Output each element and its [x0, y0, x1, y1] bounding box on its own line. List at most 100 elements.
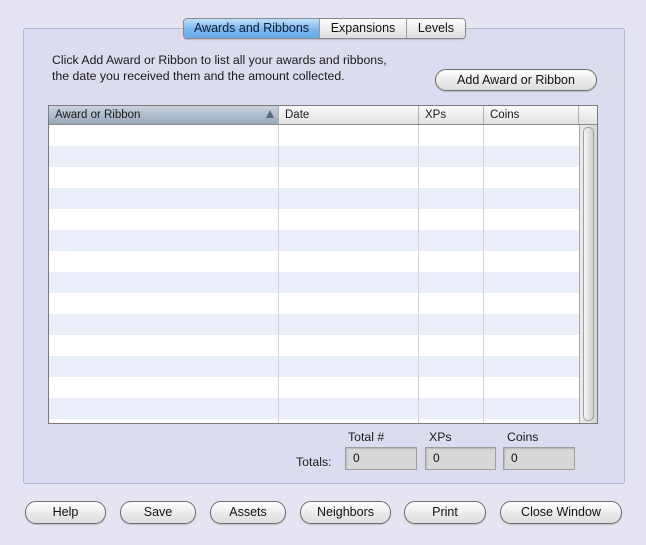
column-header-coins[interactable]: Coins [484, 106, 579, 124]
close-window-button[interactable]: Close Window [500, 501, 622, 524]
table-cell [484, 167, 580, 188]
table-cell [419, 251, 484, 272]
table-cell [419, 230, 484, 251]
table-row[interactable] [49, 167, 580, 188]
table-cell [49, 167, 279, 188]
table-cell [279, 209, 419, 230]
coins-total-header: Coins [507, 430, 539, 444]
sort-ascending-icon [266, 110, 274, 118]
table-cell [419, 293, 484, 314]
print-button[interactable]: Print [404, 501, 486, 524]
table-row[interactable] [49, 230, 580, 251]
table-cell [419, 335, 484, 356]
table-cell [484, 230, 580, 251]
table-cell [279, 146, 419, 167]
table-cell [484, 146, 580, 167]
table-row[interactable] [49, 209, 580, 230]
column-header-xps[interactable]: XPs [419, 106, 484, 124]
table-cell [419, 419, 484, 423]
table-row[interactable] [49, 398, 580, 419]
total-count-field: 0 [345, 447, 417, 470]
table-row[interactable] [49, 314, 580, 335]
table-cell [279, 356, 419, 377]
tab-levels[interactable]: Levels [407, 19, 465, 38]
vertical-scrollbar[interactable] [579, 125, 597, 423]
table-cell [49, 335, 279, 356]
table-row[interactable] [49, 272, 580, 293]
table-cell [279, 377, 419, 398]
table-cell [279, 398, 419, 419]
table-cell [419, 377, 484, 398]
save-button[interactable]: Save [120, 501, 196, 524]
table-cell [49, 230, 279, 251]
awards-table: Award or Ribbon Date XPs Coins [48, 105, 598, 424]
table-cell [484, 419, 580, 423]
table-cell [484, 335, 580, 356]
scrollbar-thumb[interactable] [583, 127, 594, 421]
table-row[interactable] [49, 251, 580, 272]
table-cell [279, 272, 419, 293]
table-cell [49, 188, 279, 209]
table-cell [419, 125, 484, 146]
neighbors-button[interactable]: Neighbors [300, 501, 391, 524]
assets-button[interactable]: Assets [210, 501, 286, 524]
table-row[interactable] [49, 293, 580, 314]
table-cell [484, 293, 580, 314]
xps-total-field: 0 [425, 447, 496, 470]
xps-total-header: XPs [429, 430, 452, 444]
add-award-or-ribbon-button[interactable]: Add Award or Ribbon [435, 69, 597, 91]
table-row[interactable] [49, 356, 580, 377]
table-cell [279, 230, 419, 251]
table-row[interactable] [49, 125, 580, 146]
table-cell [279, 314, 419, 335]
table-row[interactable] [49, 335, 580, 356]
table-cell [484, 188, 580, 209]
table-cell [49, 146, 279, 167]
table-row[interactable] [49, 377, 580, 398]
table-row[interactable] [49, 419, 580, 423]
table-cell [419, 398, 484, 419]
table-cell [49, 377, 279, 398]
instructions-line-2: the date you received them and the amoun… [52, 69, 345, 83]
tab-expansions[interactable]: Expansions [320, 19, 407, 38]
table-cell [484, 209, 580, 230]
table-cell [279, 188, 419, 209]
coins-total-field: 0 [503, 447, 575, 470]
total-count-header: Total # [348, 430, 385, 444]
table-cell [419, 167, 484, 188]
table-cell [49, 251, 279, 272]
table-cell [419, 314, 484, 335]
table-header: Award or Ribbon Date XPs Coins [49, 106, 597, 125]
table-cell [49, 419, 279, 423]
tab-awards-and-ribbons[interactable]: Awards and Ribbons [184, 19, 320, 38]
table-cell [419, 272, 484, 293]
column-header-corner [579, 106, 597, 124]
totals-label: Totals: [296, 455, 332, 469]
table-cell [419, 356, 484, 377]
instructions-line-1: Click Add Award or Ribbon to list all yo… [52, 53, 387, 67]
table-cell [484, 272, 580, 293]
table-cell [279, 167, 419, 188]
table-cell [419, 146, 484, 167]
instructions-text: Click Add Award or Ribbon to list all yo… [52, 52, 412, 84]
table-cell [49, 356, 279, 377]
table-cell [49, 293, 279, 314]
table-row[interactable] [49, 146, 580, 167]
column-header-award-or-ribbon[interactable]: Award or Ribbon [49, 106, 279, 124]
table-cell [49, 398, 279, 419]
table-cell [419, 209, 484, 230]
table-body [49, 125, 580, 423]
table-cell [484, 356, 580, 377]
table-cell [419, 188, 484, 209]
table-cell [484, 377, 580, 398]
table-cell [484, 125, 580, 146]
table-row[interactable] [49, 188, 580, 209]
column-header-label: Award or Ribbon [55, 109, 141, 121]
table-cell [279, 293, 419, 314]
column-header-date[interactable]: Date [279, 106, 419, 124]
table-cell [279, 335, 419, 356]
table-cell [279, 251, 419, 272]
table-cell [279, 125, 419, 146]
help-button[interactable]: Help [25, 501, 106, 524]
table-cell [484, 314, 580, 335]
